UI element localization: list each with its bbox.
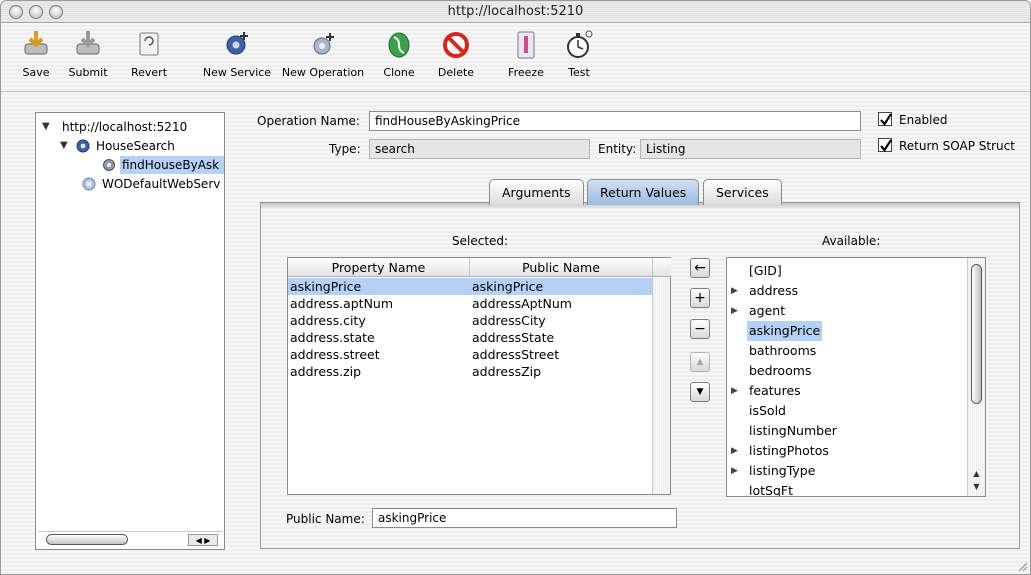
save-icon [24, 31, 48, 55]
checkmark-icon [880, 113, 892, 126]
column-header-corner [653, 258, 671, 277]
selected-properties-table[interactable]: Property Name Public Name askingPrice as… [287, 257, 671, 495]
available-properties-list[interactable]: [GID] ▶ address ▶ agent askingPrice bath… [726, 257, 986, 497]
enabled-label: Enabled [899, 113, 948, 127]
available-title: Available: [822, 234, 881, 248]
scrollbar-thumb[interactable] [46, 534, 128, 545]
toolbar: Save Submit Revert New Service New Opera… [1, 24, 1030, 92]
operation-gear-icon [103, 159, 115, 171]
column-header-public-name[interactable]: Public Name [470, 258, 653, 277]
delete-button[interactable]: Delete [431, 28, 481, 79]
tab-arguments[interactable]: Arguments [489, 179, 584, 205]
test-icon [567, 30, 593, 58]
clone-icon [388, 32, 410, 58]
operation-name-label: Operation Name: [257, 114, 360, 128]
revert-button[interactable]: Revert [119, 28, 179, 79]
move-down-button[interactable]: ▼ [690, 382, 710, 402]
disclosure-closed-icon[interactable]: ▶ [731, 381, 738, 401]
type-field: search [369, 139, 590, 159]
submit-icon [76, 31, 100, 55]
disclosure-open-icon[interactable]: ▼ [60, 137, 68, 155]
scroll-arrows[interactable]: ◀ ▶ [188, 534, 218, 546]
add-button[interactable]: + [690, 288, 710, 308]
table-row[interactable]: askingPrice askingPrice [288, 278, 653, 295]
test-button[interactable]: Test [557, 28, 601, 79]
delete-icon [443, 32, 469, 58]
table-row[interactable]: address.aptNum addressAptNum [288, 295, 653, 312]
tab-services[interactable]: Services [703, 179, 782, 205]
column-header-property-name[interactable]: Property Name [288, 258, 470, 277]
new-service-button[interactable]: New Service [201, 28, 273, 79]
checkmark-icon [880, 139, 892, 152]
freeze-button[interactable]: Freeze [501, 28, 551, 79]
selected-title: Selected: [452, 234, 509, 248]
tree-default-service-row[interactable]: WODefaultWebServ [82, 175, 226, 193]
scroll-up-arrow-icon[interactable]: ▲ [969, 467, 984, 480]
freeze-icon [517, 31, 535, 59]
disclosure-closed-icon[interactable]: ▶ [731, 461, 738, 481]
scroll-down-arrow-icon[interactable]: ▼ [969, 480, 984, 493]
new-operation-icon [313, 33, 334, 55]
table-row[interactable]: address.zip addressZip [288, 363, 653, 380]
new-service-icon [226, 32, 248, 55]
submit-button[interactable]: Submit [61, 28, 115, 79]
service-gear-icon [76, 139, 90, 153]
move-up-button[interactable]: ▲ [690, 352, 710, 372]
table-row[interactable]: address.city addressCity [288, 312, 653, 329]
public-name-field[interactable]: askingPrice [372, 508, 677, 528]
scrollbar-thumb[interactable] [971, 264, 982, 404]
table-row[interactable]: address.street addressStreet [288, 346, 653, 363]
operation-name-field[interactable]: findHouseByAskingPrice [369, 111, 861, 131]
enabled-checkbox[interactable] [878, 112, 892, 126]
service-gear-icon [82, 177, 96, 191]
entity-field: Listing [640, 139, 861, 159]
public-name-label: Public Name: [286, 512, 365, 526]
service-tree[interactable]: ▼ http://localhost:5210 ▼ HouseSearch fi… [35, 112, 225, 550]
disclosure-open-icon[interactable]: ▼ [42, 118, 50, 136]
title-bar: http://localhost:5210 [1, 1, 1030, 23]
disclosure-closed-icon[interactable]: ▶ [731, 441, 738, 461]
tab-return-values[interactable]: Return Values [587, 179, 700, 205]
return-soap-struct-label: Return SOAP Struct [899, 139, 1015, 153]
window-title: http://localhost:5210 [447, 4, 584, 19]
disclosure-closed-icon[interactable]: ▶ [731, 301, 738, 321]
move-left-button[interactable]: ← [690, 258, 710, 278]
clone-button[interactable]: Clone [377, 28, 421, 79]
app-window: http://localhost:5210 Save Submit Revert [0, 0, 1031, 575]
tree-operation-row[interactable]: findHouseByAsk [102, 156, 226, 174]
table-row[interactable]: address.state addressState [288, 329, 653, 346]
disclosure-closed-icon[interactable]: ▶ [731, 281, 738, 301]
new-operation-button[interactable]: New Operation [281, 28, 365, 79]
entity-label: Entity: [598, 142, 637, 156]
tree-horizontal-scrollbar[interactable]: ◀ ▶ [38, 531, 222, 547]
resize-grip-icon[interactable] [1016, 560, 1028, 572]
remove-button[interactable]: − [690, 319, 710, 339]
return-soap-struct-checkbox[interactable] [878, 138, 892, 152]
revert-icon [139, 32, 159, 56]
type-label: Type: [329, 142, 361, 156]
list-vertical-scrollbar[interactable]: ▲ ▼ [967, 258, 985, 496]
table-vertical-scrollbar[interactable] [652, 277, 670, 494]
save-button[interactable]: Save [11, 28, 61, 79]
